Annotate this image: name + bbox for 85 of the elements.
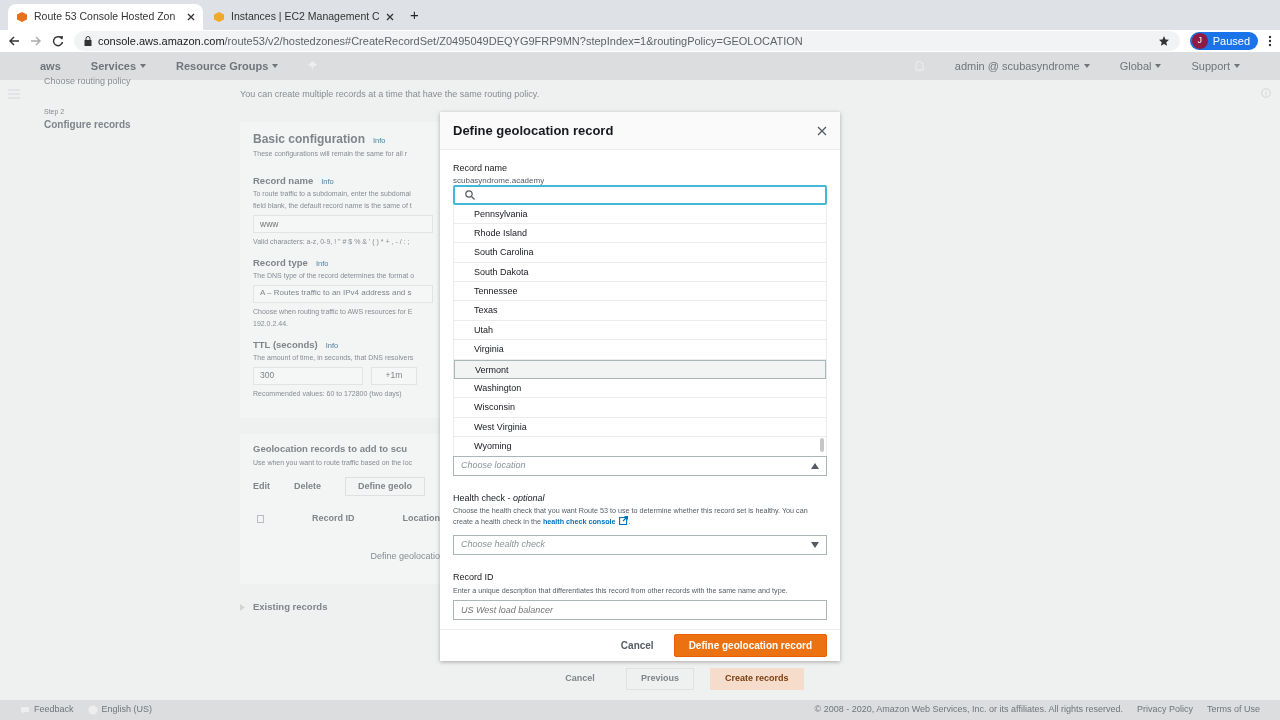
dropdown-option[interactable]: Virginia [454,340,826,360]
section-title: Basic configuration [253,130,365,148]
caret-icon [272,64,279,68]
caret-icon [1083,64,1090,68]
info-circle-icon[interactable] [1261,88,1271,98]
aws-logo[interactable]: aws [40,57,61,75]
modal-title: Define geolocation record [453,122,614,139]
step-title: Configure records [44,118,131,132]
nav-menu[interactable]: Resource Groups [176,57,279,75]
address-bar[interactable]: console.aws.amazon.com/route53/v2/hostedzones#CreateRecordSet/Z0495049DEQYG9FRP9MN?stepIndex=1&routingPolicy=GEOLOCATION [74,31,1180,51]
feedback-link[interactable]: Feedback [34,703,74,717]
nav-menu[interactable]: admin @ scubasyndrome [954,57,1090,75]
close-icon[interactable] [817,125,827,136]
text-input[interactable]: www [253,214,433,233]
caret-icon [1155,64,1162,68]
expandable-section[interactable]: Existing records [253,600,328,615]
dropdown-option[interactable]: Wisconsin [454,398,826,418]
footer-link[interactable]: Privacy Policy [1136,703,1193,717]
dropdown-option[interactable]: Rhode Island [454,223,826,244]
field-label: Health check - optional [453,491,546,505]
browser-tab[interactable]: Route 53 Console Hosted Zon [8,4,203,30]
external-link-icon [618,516,628,525]
caret-up-icon [811,462,819,469]
star-icon[interactable] [1157,35,1170,47]
caret-down-icon [811,542,819,548]
field-label: Record name [453,162,509,175]
profile-button[interactable]: J Paused [1189,31,1258,51]
search-field[interactable] [453,184,827,205]
action-button[interactable]: Edit [253,479,270,493]
triangle-icon[interactable] [240,603,245,611]
empty-message: Define geolocatio [369,549,440,563]
field-label: Record ID [453,571,495,584]
nav-menu[interactable]: Services [90,57,147,75]
caret-icon [1234,64,1240,68]
dropdown-option[interactable]: Vermont [454,359,826,379]
column-header: Record ID [312,512,355,525]
caret-icon [140,64,147,68]
intro-text: You can create multiple records at a time that have the same routing policy. [240,88,540,101]
more-icon[interactable] [1268,35,1272,47]
close-icon[interactable] [385,13,394,21]
close-icon[interactable] [187,13,195,21]
dropdown-option[interactable]: South Dakota [454,262,826,283]
action-button[interactable]: Create records [710,668,804,690]
field-label: Record type [253,255,308,270]
reload-icon[interactable] [52,35,64,47]
lock-icon [84,36,92,46]
nav-menu[interactable]: Global [1119,57,1162,75]
dropdown-option[interactable]: Washington [454,379,826,399]
action-button[interactable]: Delete [294,479,321,493]
language-selector[interactable]: English (US) [101,703,153,717]
record-name-value: scubasyndrome.academy [453,175,546,185]
back-icon[interactable] [8,35,20,47]
footer-link[interactable]: Terms of Use [1207,703,1260,717]
ttl-field[interactable]: 300 [253,367,363,386]
action-button[interactable]: Define geolo [345,476,426,496]
cancel-button[interactable]: Cancel [620,638,654,653]
select-field[interactable]: A – Routes traffic to an IPv4 address and s [253,285,433,303]
copyright-text: © 2008 - 2020, Amazon Web Services, Inc. or its affiliates. All rights reserved. [814,703,1123,717]
increment-button[interactable]: +1m [371,367,417,386]
new-tab-button[interactable]: + [402,3,427,30]
section-title: Geolocation records to add to scu [253,442,408,457]
cube-icon [16,11,28,23]
dropdown-option[interactable]: South Carolina [454,243,826,263]
browser-tab[interactable]: Instances | EC2 Management C [205,4,400,30]
location-select[interactable]: Choose location [453,455,827,476]
field-label: TTL (seconds) [253,338,318,352]
cube-icon [213,11,225,23]
dropdown-option[interactable]: West Virginia [454,417,826,438]
health-check-select[interactable]: Choose health check [453,535,827,555]
url-text: console.aws.amazon.com/route53/v2/hostedzones#CreateRecordSet/Z0495049DEQYG9FRP9MN?stepIndex=1&routingPolicy=GEOLOCATION [98,33,803,49]
submit-button[interactable]: Define geolocation record [673,634,827,657]
record-id-input[interactable]: US West load balancer [453,599,827,620]
dropdown-option[interactable]: Utah [454,320,826,341]
nav-menu[interactable]: Support [1191,57,1240,75]
dropdown-option[interactable]: Texas [454,301,826,321]
column-header: Location [402,512,440,525]
field-label: Record name [253,173,314,188]
action-button[interactable]: Cancel [550,668,610,690]
dropdown-option[interactable]: Pennsylvania [454,204,826,224]
step-link[interactable]: Choose routing policy [44,75,131,89]
search-icon [465,189,475,200]
forward-icon[interactable] [30,35,42,47]
action-button[interactable]: Previous [626,668,695,690]
dropdown-option[interactable]: Tennessee [454,282,826,302]
checkbox[interactable] [257,514,264,523]
